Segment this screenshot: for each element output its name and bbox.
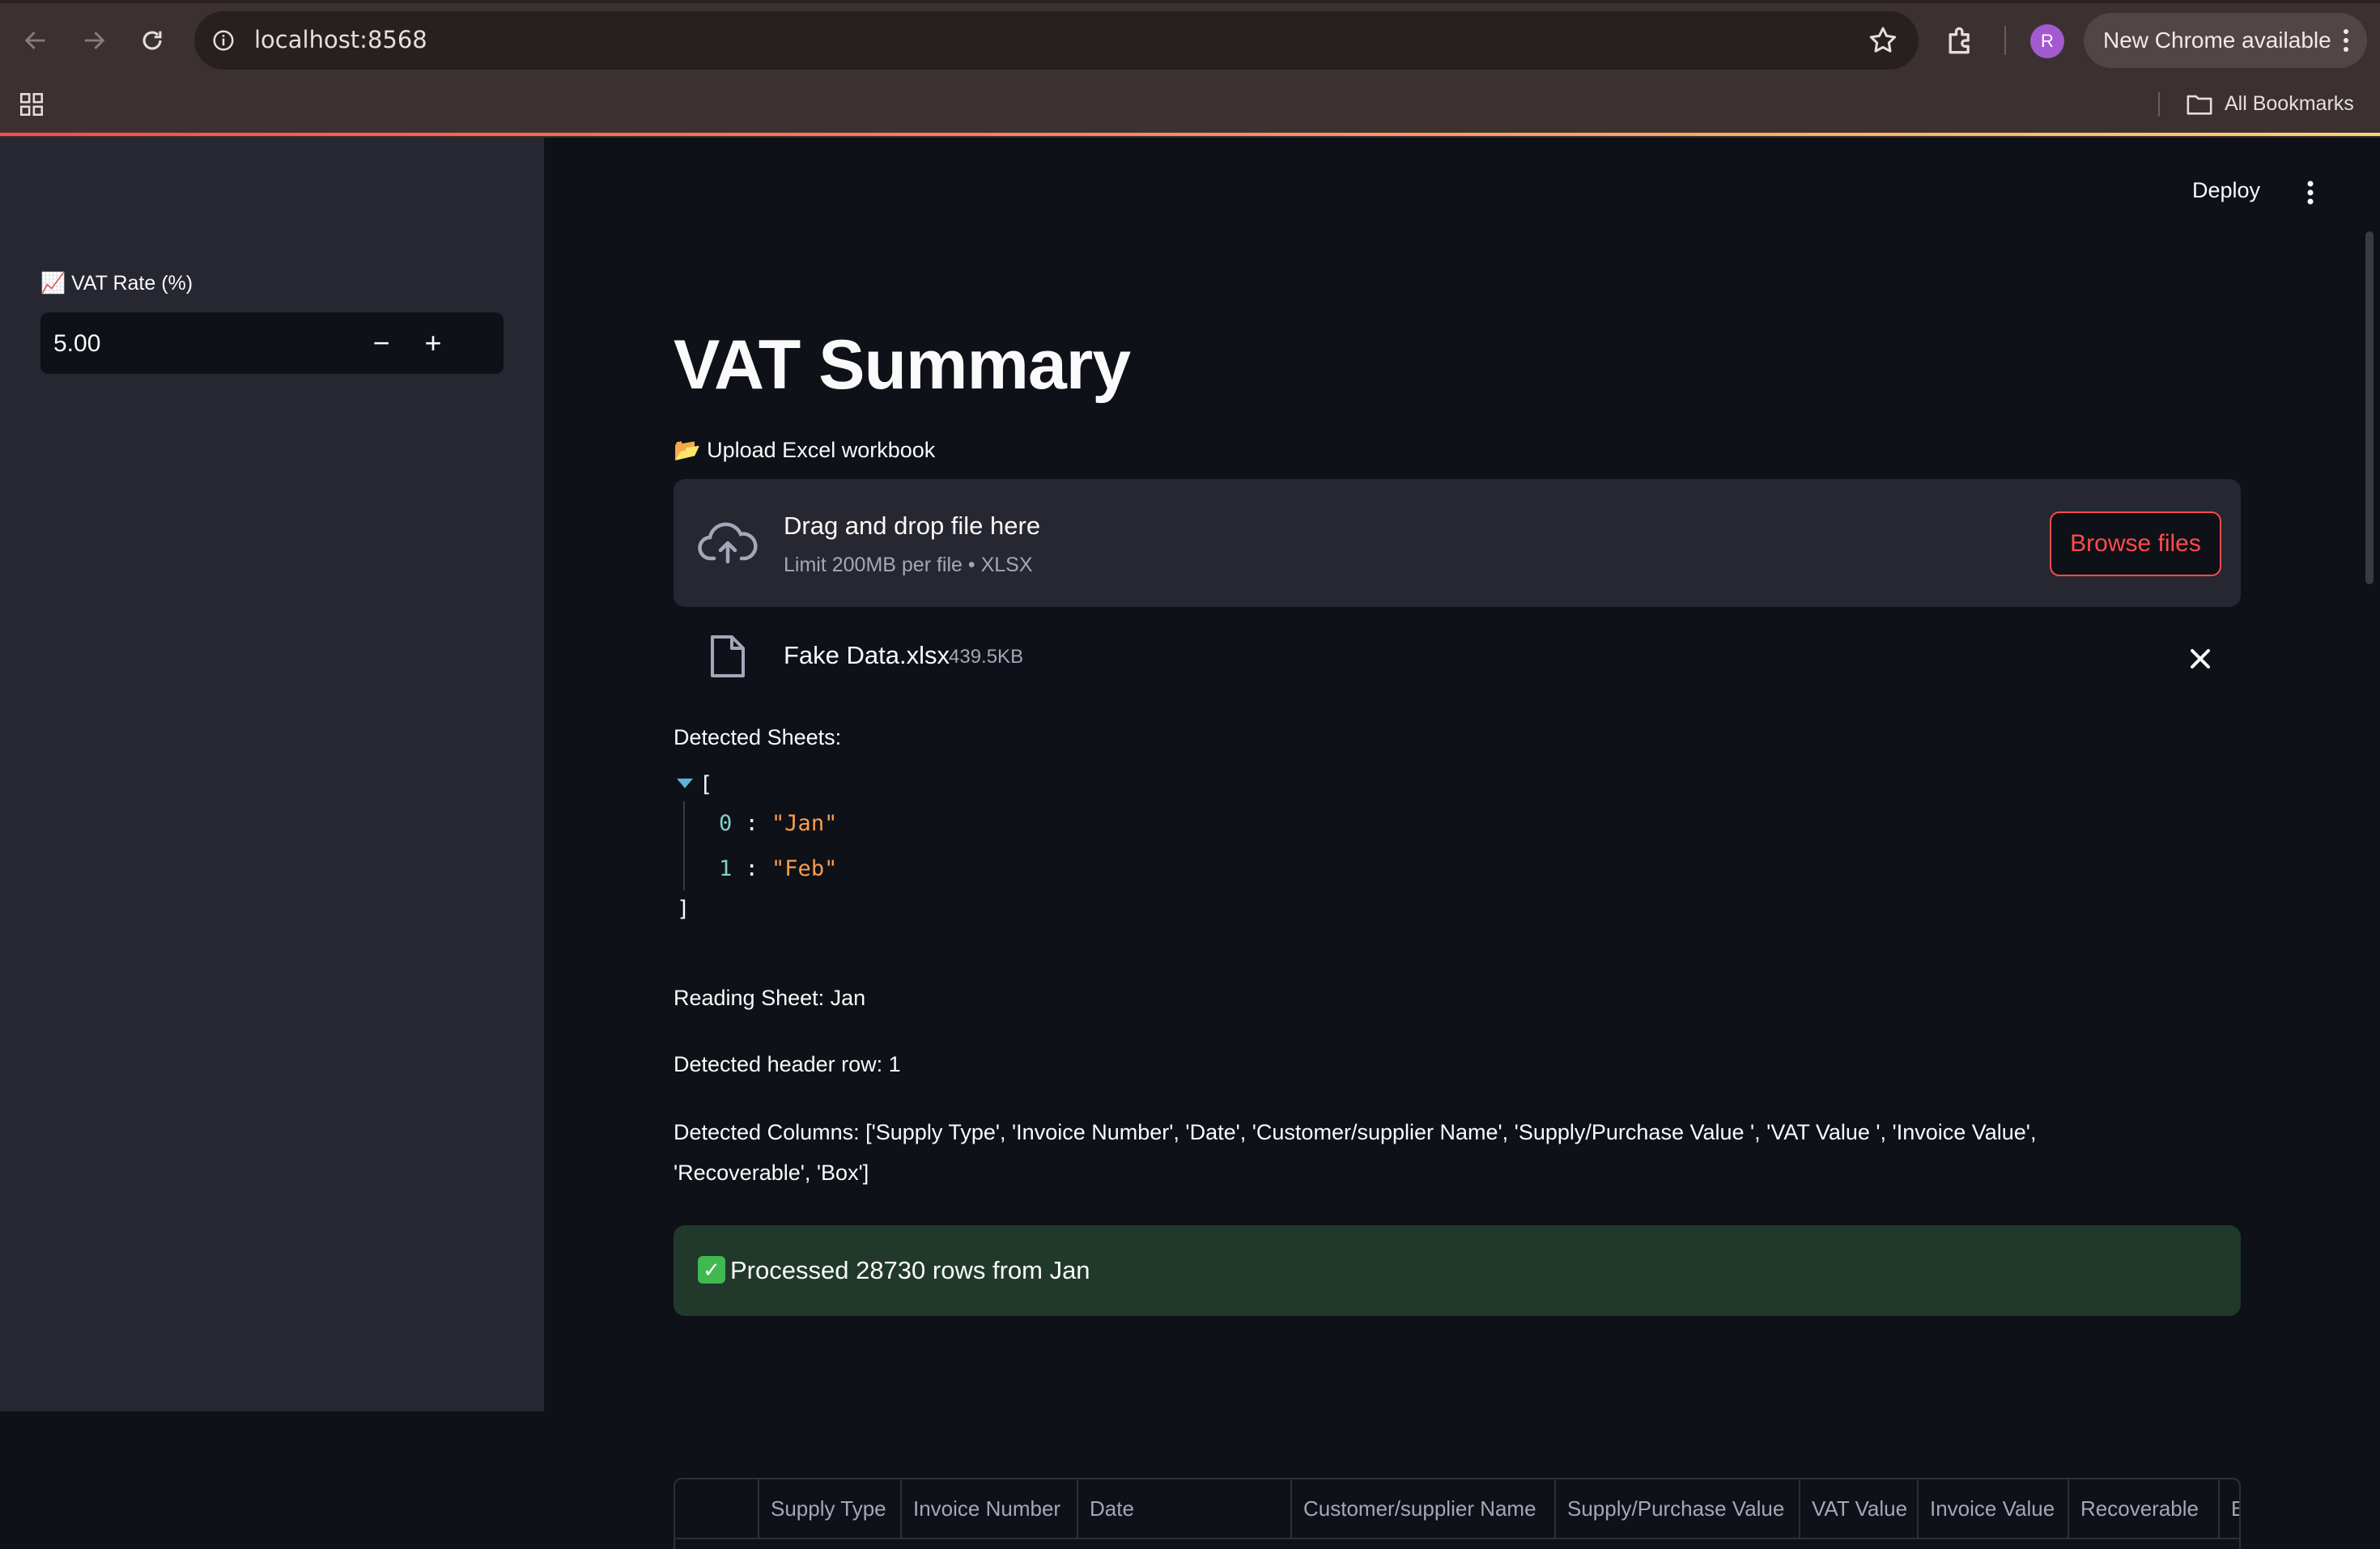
table-column-header[interactable]: Supply/Purchase Value <box>1556 1479 1800 1538</box>
dropzone-limit-text: Limit 200MB per file • XLSX <box>784 554 1033 576</box>
table-column-header[interactable]: Invoice Value <box>1919 1479 2069 1538</box>
page-scrollbar[interactable] <box>2365 231 2374 584</box>
increment-button[interactable]: + <box>413 324 453 363</box>
bookmarks-divider <box>2158 92 2160 117</box>
arrow-left-icon <box>24 32 45 49</box>
toolbar-divider <box>2004 26 2006 55</box>
chrome-menu-icon[interactable] <box>2343 28 2349 53</box>
upload-label: 📂 Upload Excel workbook <box>674 438 936 462</box>
apps-grid-icon[interactable] <box>18 91 45 118</box>
page-title: VAT Summary <box>674 326 1131 404</box>
bookmark-star-icon[interactable] <box>1867 24 1899 57</box>
reload-button[interactable] <box>130 18 175 63</box>
table-column-header[interactable]: Customer/supplier Name <box>1292 1479 1556 1538</box>
browse-files-button[interactable]: Browse files <box>2050 511 2221 576</box>
tab-strip-edge <box>0 0 2380 3</box>
json-value: "Feb" <box>771 856 838 881</box>
detected-sheets-label: Detected Sheets: <box>674 725 842 749</box>
table-column-header[interactable]: Date <box>1078 1479 1292 1538</box>
app-header-decoration <box>0 133 2380 136</box>
json-index: 1 <box>719 856 733 881</box>
json-index: 0 <box>719 811 733 836</box>
vat-rate-input[interactable]: 5.00 − + <box>40 312 504 374</box>
decrement-button[interactable]: − <box>361 324 402 363</box>
table-column-header[interactable]: Box <box>2220 1479 2239 1538</box>
close-icon[interactable] <box>2184 643 2216 675</box>
vat-rate-label: 📈 VAT Rate (%) <box>40 272 193 295</box>
all-bookmarks-link[interactable]: All Bookmarks <box>2225 92 2354 116</box>
success-message: Processed 28730 rows from Jan <box>730 1256 1090 1284</box>
json-row: 0 : "Jan" <box>719 811 837 836</box>
vat-rate-value[interactable]: 5.00 <box>53 330 100 358</box>
main-menu-icon[interactable] <box>2306 180 2315 206</box>
chrome-update-button[interactable]: New Chrome available <box>2084 13 2367 68</box>
reading-sheet-text: Reading Sheet: Jan <box>674 986 866 1010</box>
site-info-icon[interactable] <box>206 23 241 58</box>
back-button[interactable] <box>13 18 58 63</box>
json-colon: : <box>745 856 772 881</box>
header-row-text: Detected header row: 1 <box>674 1052 901 1076</box>
extensions-puzzle-icon[interactable] <box>1943 23 1978 58</box>
chrome-update-label: New Chrome available <box>2103 28 2331 53</box>
table-column-header[interactable]: VAT Value <box>1800 1479 1919 1538</box>
json-guide-line <box>683 801 685 890</box>
reload-icon <box>142 31 162 50</box>
deploy-button[interactable]: Deploy <box>2192 178 2260 203</box>
table-index-header <box>675 1479 759 1538</box>
json-close-bracket: ] <box>677 897 691 922</box>
main-content: Deploy VAT Summary 📂 Upload Excel workbo… <box>544 138 2380 1549</box>
json-open-bracket: [ <box>699 772 713 797</box>
address-bar[interactable]: localhost:8568 <box>194 11 1919 70</box>
table-column-header[interactable]: Invoice Number <box>902 1479 1078 1538</box>
file-dropzone[interactable]: Drag and drop file here Limit 200MB per … <box>674 479 2241 607</box>
arrow-right-icon <box>84 32 105 49</box>
url-text[interactable]: localhost:8568 <box>254 26 427 53</box>
table-column-header[interactable]: Supply Type <box>759 1479 902 1538</box>
folder-icon[interactable] <box>2186 92 2213 117</box>
check-mark-icon: ✓ <box>698 1256 725 1284</box>
detected-columns-text-cont: 'Recoverable', 'Box'] <box>674 1161 869 1185</box>
json-value: "Jan" <box>771 811 838 836</box>
table-column-header[interactable]: Recoverable <box>2069 1479 2220 1538</box>
cloud-upload-icon <box>698 522 758 564</box>
success-alert: ✓ Processed 28730 rows from Jan <box>674 1225 2241 1316</box>
sidebar: 📈 VAT Rate (%) 5.00 − + <box>0 138 544 1411</box>
profile-avatar[interactable]: R <box>2030 24 2064 58</box>
uploaded-file-name: Fake Data.xlsx <box>784 641 950 669</box>
uploaded-file-size: 439.5KB <box>949 646 1024 668</box>
data-table[interactable]: Supply Type Invoice Number Date Customer… <box>674 1478 2241 1549</box>
dropzone-title: Drag and drop file here <box>784 511 1041 540</box>
file-icon <box>711 635 745 677</box>
browser-chrome: localhost:8568 R New Chrome available Al… <box>0 0 2380 138</box>
forward-button[interactable] <box>71 18 117 63</box>
detected-columns-text: Detected Columns: ['Supply Type', 'Invoi… <box>674 1120 2037 1144</box>
table-header-divider <box>675 1538 2239 1539</box>
json-colon: : <box>745 811 772 836</box>
json-row: 1 : "Feb" <box>719 856 837 881</box>
json-viewer[interactable]: [ 0 : "Jan" 1 : "Feb" ] <box>674 772 997 934</box>
collapse-caret-icon[interactable] <box>677 779 693 788</box>
